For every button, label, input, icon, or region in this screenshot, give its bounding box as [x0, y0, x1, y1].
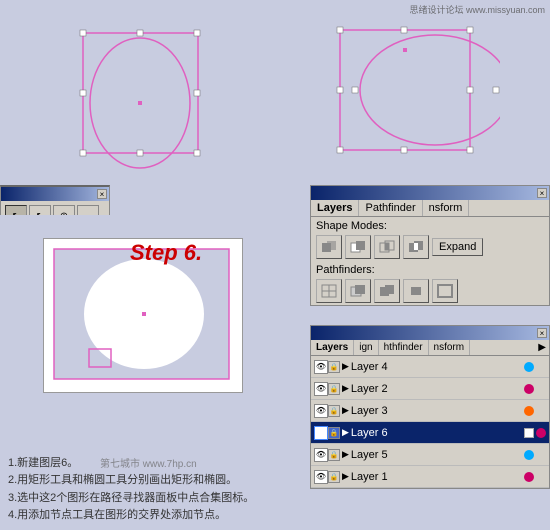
- layer-color-3: [524, 406, 534, 416]
- eye-icon-1[interactable]: 👁: [314, 470, 328, 484]
- tab-layers-main[interactable]: Layers: [311, 340, 354, 355]
- layer-name-1: Layer 1: [351, 471, 522, 483]
- tab-pathfinder2[interactable]: hthfinder: [379, 340, 429, 355]
- layers-close-button[interactable]: ×: [537, 328, 547, 338]
- layer-color-2: [524, 384, 534, 394]
- layer-color-1: [524, 472, 534, 482]
- layer-color-5: [524, 450, 534, 460]
- lock-icon-6[interactable]: 🔒: [328, 427, 340, 439]
- instruction-4: 4.用添加节点工具在图形的交界处添加节点。: [8, 507, 277, 525]
- arrow-1: ▶: [342, 471, 349, 482]
- tab-transform[interactable]: nsform: [423, 200, 470, 216]
- shape-modes-buttons: Expand: [311, 233, 549, 261]
- instruction-1: 1.新建图层6。: [8, 455, 277, 473]
- exclude-button[interactable]: [403, 235, 429, 259]
- layers-panel-menu[interactable]: ▶: [535, 340, 549, 355]
- tab-align[interactable]: ign: [354, 340, 378, 355]
- instruction-2: 2.用矩形工具和椭圆工具分别画出矩形和椭圆。: [8, 472, 277, 490]
- shape-preview-2: [325, 10, 500, 175]
- layers-titlebar: ×: [311, 326, 549, 340]
- preview-box-right: [275, 0, 550, 185]
- layer-square-4: [536, 362, 546, 372]
- lock-icon-2[interactable]: 🔒: [328, 383, 340, 395]
- arrow-2: ▶: [342, 383, 349, 394]
- eye-icon-5[interactable]: 👁: [314, 448, 328, 462]
- shape-modes-label: Shape Modes:: [311, 217, 549, 233]
- layer-row-3[interactable]: 👁 🔒 ▶ Layer 3: [311, 400, 549, 422]
- arrow-5: ▶: [342, 449, 349, 460]
- layer-square-3: [536, 406, 546, 416]
- layer-square-5: [536, 450, 546, 460]
- intersect-button[interactable]: [374, 235, 400, 259]
- pathfinder-titlebar: ×: [311, 186, 549, 200]
- layer-name-2: Layer 2: [351, 383, 522, 395]
- pathfinders-buttons: [311, 277, 549, 305]
- instruction-3: 3.选中这2个图形在路径寻找器面板中点合集图标。: [8, 490, 277, 508]
- crop-button[interactable]: [403, 279, 429, 303]
- expand-button[interactable]: Expand: [432, 238, 483, 256]
- layer-name-6: Layer 6: [351, 427, 522, 439]
- pathfinder-panel: × Layers Pathfinder nsform Shape Modes:: [310, 185, 550, 306]
- pathfinder-close-button[interactable]: ×: [537, 188, 547, 198]
- layer-name-5: Layer 5: [351, 449, 522, 461]
- layer-row-2[interactable]: 👁 🔒 ▶ Layer 2: [311, 378, 549, 400]
- shape-preview-1: [58, 13, 218, 173]
- layer-square-2: [536, 384, 546, 394]
- outline-button[interactable]: [432, 279, 458, 303]
- eye-icon-4[interactable]: 👁: [314, 360, 328, 374]
- eye-icon-3[interactable]: 👁: [314, 404, 328, 418]
- layer-row-1[interactable]: 👁 🔒 ▶ Layer 1: [311, 466, 549, 488]
- minus-front-button[interactable]: [345, 235, 371, 259]
- merge-button[interactable]: [374, 279, 400, 303]
- eye-icon-6[interactable]: 👁: [314, 426, 328, 440]
- lock-icon-3[interactable]: 🔒: [328, 405, 340, 417]
- layer-color-6: [536, 428, 546, 438]
- arrow-4: ▶: [342, 361, 349, 372]
- layers-panel: × Layers ign hthfinder nsform ▶ 👁 🔒 ▶ La…: [310, 325, 550, 489]
- preview-box-left: [0, 0, 275, 185]
- divide-button[interactable]: [316, 279, 342, 303]
- arrow-3: ▶: [342, 405, 349, 416]
- layers-tabs: Layers ign hthfinder nsform ▶: [311, 340, 549, 356]
- arrow-6: ▶: [342, 427, 349, 438]
- lock-icon-4[interactable]: 🔒: [328, 361, 340, 373]
- layer-name-3: Layer 3: [351, 405, 522, 417]
- right-panel: × Layers Pathfinder nsform Shape Modes:: [290, 185, 550, 530]
- layer-color-4: [524, 362, 534, 372]
- close-button[interactable]: ×: [97, 189, 107, 199]
- pathfinder-tabs: Layers Pathfinder nsform: [311, 200, 549, 217]
- lock-icon-1[interactable]: 🔒: [328, 471, 340, 483]
- layer-square-1: [536, 472, 546, 482]
- bottom-section: × ↖ ↖ ⊕ ⌐: [0, 185, 550, 530]
- layer-row-5[interactable]: 👁 🔒 ▶ Layer 5: [311, 444, 549, 466]
- pathfinders-label: Pathfinders:: [311, 261, 549, 277]
- lock-icon-5[interactable]: 🔒: [328, 449, 340, 461]
- step-label: Step 6.: [130, 240, 202, 266]
- left-panel: × ↖ ↖ ⊕ ⌐: [0, 185, 290, 530]
- top-preview-section: 思绪设计论坛 www.missyuan.com: [0, 0, 550, 185]
- layer-white-square-6: [524, 428, 534, 438]
- instructions-block: 1.新建图层6。 2.用矩形工具和椭圆工具分别画出矩形和椭圆。 3.选中这2个图…: [0, 450, 285, 530]
- unite-button[interactable]: [316, 235, 342, 259]
- layer-row-6[interactable]: 👁 🔒 ▶ Layer 6: [311, 422, 549, 444]
- eye-icon-2[interactable]: 👁: [314, 382, 328, 396]
- tab-layers[interactable]: Layers: [311, 200, 359, 216]
- layer-row-4[interactable]: 👁 🔒 ▶ Layer 4: [311, 356, 549, 378]
- layer-name-4: Layer 4: [351, 361, 522, 373]
- trim-button[interactable]: [345, 279, 371, 303]
- tab-transform2[interactable]: nsform: [429, 340, 471, 355]
- toolbar-titlebar: ×: [1, 187, 109, 201]
- tab-pathfinder[interactable]: Pathfinder: [359, 200, 422, 216]
